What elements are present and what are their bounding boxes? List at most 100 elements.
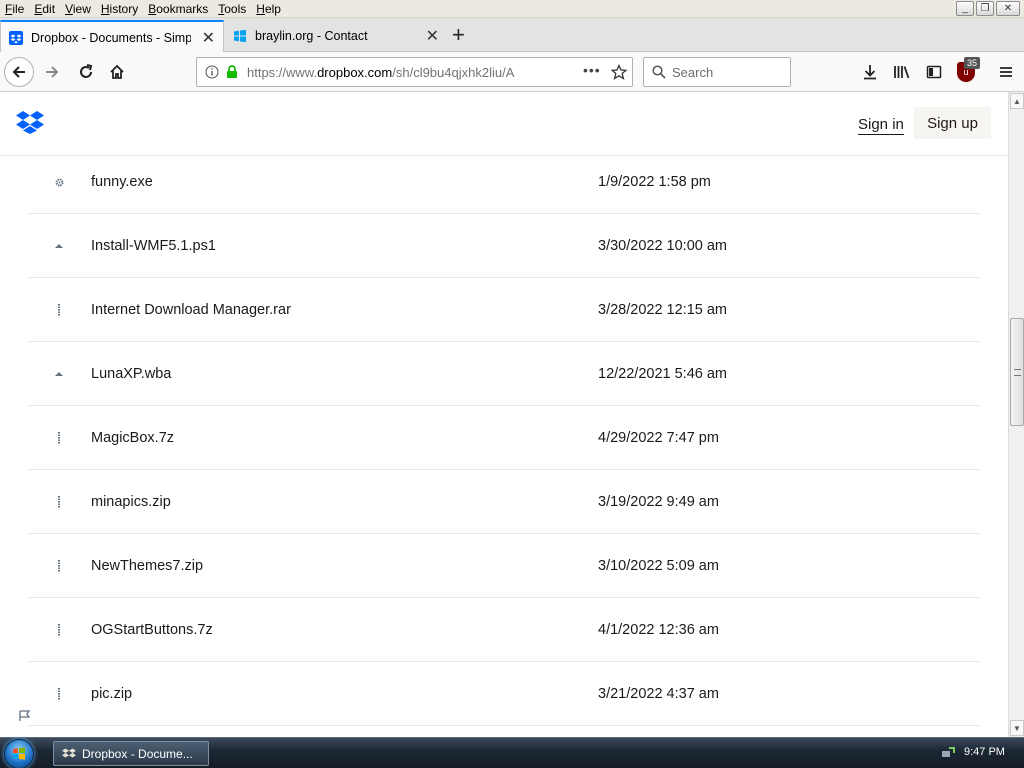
start-button[interactable] — [4, 739, 34, 768]
page-content: Sign in Sign up funny.exe 1/9/2022 1:58 … — [0, 92, 1008, 737]
menu-bookmarks[interactable]: Bookmarks — [143, 0, 213, 18]
file-row[interactable]: OGStartButtons.7z 4/1/2022 12:36 am — [28, 598, 980, 662]
bookmark-star-icon[interactable] — [611, 64, 627, 80]
file-name[interactable]: LunaXP.wba — [91, 366, 171, 382]
info-icon[interactable] — [205, 65, 219, 79]
file-row[interactable]: Internet Download Manager.rar 3/28/2022 … — [28, 278, 980, 342]
menu-button[interactable] — [996, 62, 1016, 82]
close-tab-icon[interactable]: ✕ — [426, 26, 439, 46]
taskbar: Dropbox - Docume... 9:47 PM — [0, 737, 1024, 768]
dropbox-header: Sign in Sign up — [0, 92, 1008, 156]
lock-icon[interactable] — [225, 65, 239, 79]
search-input[interactable] — [672, 64, 782, 80]
hamburger-icon — [1000, 67, 1012, 77]
page-actions-icon[interactable]: ••• — [583, 62, 601, 78]
zip-icon — [54, 304, 64, 316]
windows-favicon-icon — [234, 29, 246, 43]
file-row[interactable]: minapics.zip 3/19/2022 9:49 am — [28, 470, 980, 534]
zip-icon — [54, 560, 64, 572]
scroll-up-arrow-icon[interactable]: ▲ — [1010, 93, 1024, 109]
dropbox-window-icon — [62, 747, 76, 761]
navigation-bar: https://www.dropbox.com/sh/cl9bu4qjxhk2l… — [0, 52, 1024, 92]
menu-tools[interactable]: Tools — [213, 0, 251, 18]
menu-file[interactable]: File — [0, 0, 29, 18]
sidebar-button[interactable] — [924, 62, 944, 82]
library-button[interactable] — [892, 62, 912, 82]
network-tray-icon[interactable] — [941, 746, 955, 763]
file-date: 3/21/2022 4:37 am — [598, 686, 719, 702]
gear-icon — [54, 176, 64, 188]
download-icon — [864, 65, 876, 80]
sidebar-icon — [926, 65, 942, 79]
file-name[interactable]: NewThemes7.zip — [91, 558, 203, 574]
script-icon — [54, 368, 64, 380]
vertical-scrollbar[interactable]: ▲ ▼ — [1008, 92, 1024, 737]
file-name[interactable]: pic.zip — [91, 686, 132, 702]
forward-arrow-icon — [46, 66, 59, 78]
url-text: https://www.dropbox.com/sh/cl9bu4qjxhk2l… — [247, 64, 515, 80]
scroll-thumb[interactable] — [1010, 318, 1024, 426]
file-date: 12/22/2021 5:46 am — [598, 366, 727, 382]
file-date: 3/28/2022 12:15 am — [598, 302, 727, 318]
library-icon — [894, 66, 910, 79]
file-row[interactable]: NewThemes7.zip 3/10/2022 5:09 am — [28, 534, 980, 598]
dropbox-favicon-icon — [9, 30, 23, 45]
forward-button[interactable] — [38, 58, 66, 86]
file-date: 4/1/2022 12:36 am — [598, 622, 719, 638]
file-date: 3/19/2022 9:49 am — [598, 494, 719, 510]
file-row[interactable]: LunaXP.wba 12/22/2021 5:46 am — [28, 342, 980, 406]
file-name[interactable]: OGStartButtons.7z — [91, 622, 213, 638]
file-list: funny.exe 1/9/2022 1:58 pm Install-WMF5.… — [28, 150, 980, 726]
menu-history[interactable]: History — [96, 0, 143, 18]
file-date: 3/10/2022 5:09 am — [598, 558, 719, 574]
menu-help[interactable]: Help — [251, 0, 286, 18]
new-tab-icon[interactable]: + — [452, 24, 465, 46]
file-name[interactable]: Internet Download Manager.rar — [91, 302, 291, 318]
tab-title: Dropbox - Documents - Simplif — [31, 30, 191, 45]
file-date: 3/30/2022 10:00 am — [598, 238, 727, 254]
file-name[interactable]: funny.exe — [91, 174, 153, 190]
file-name[interactable]: MagicBox.7z — [91, 430, 174, 446]
back-button[interactable] — [4, 57, 34, 87]
downloads-button[interactable] — [860, 62, 880, 82]
tab-braylin[interactable]: braylin.org - Contact ✕ — [225, 20, 447, 52]
window-controls: _ ❐ ✕ — [956, 1, 1020, 16]
reload-button[interactable] — [72, 58, 100, 86]
home-icon — [110, 64, 124, 79]
search-icon — [652, 65, 666, 79]
restore-button[interactable]: ❐ — [976, 1, 994, 16]
file-row[interactable]: pic.zip 3/21/2022 4:37 am — [28, 662, 980, 726]
zip-icon — [54, 624, 64, 636]
zip-icon — [54, 432, 64, 444]
system-clock[interactable]: 9:47 PM — [964, 746, 1005, 758]
zip-icon — [54, 496, 64, 508]
sign-up-button[interactable]: Sign up — [914, 107, 991, 139]
close-tab-icon[interactable]: ✕ — [202, 28, 215, 48]
home-button[interactable] — [103, 58, 131, 86]
file-name[interactable]: Install-WMF5.1.ps1 — [91, 238, 216, 254]
search-box[interactable] — [643, 57, 791, 87]
address-bar[interactable]: https://www.dropbox.com/sh/cl9bu4qjxhk2l… — [196, 57, 633, 87]
taskbar-window-label: Dropbox - Docume... — [82, 746, 193, 761]
menu-view[interactable]: View — [60, 0, 96, 18]
tab-title: braylin.org - Contact — [255, 29, 368, 43]
close-window-button[interactable]: ✕ — [996, 1, 1020, 16]
menu-bar: File Edit View History Bookmarks Tools H… — [0, 0, 1024, 18]
file-name[interactable]: minapics.zip — [91, 494, 171, 510]
file-row[interactable]: funny.exe 1/9/2022 1:58 pm — [28, 150, 980, 214]
file-date: 1/9/2022 1:58 pm — [598, 174, 711, 190]
script-icon — [54, 240, 64, 252]
feedback-flag-icon[interactable] — [18, 710, 32, 722]
tab-dropbox[interactable]: Dropbox - Documents - Simplif ✕ — [0, 20, 224, 53]
zip-icon — [54, 688, 64, 700]
file-row[interactable]: Install-WMF5.1.ps1 3/30/2022 10:00 am — [28, 214, 980, 278]
menu-edit[interactable]: Edit — [29, 0, 60, 18]
taskbar-firefox-window[interactable]: Dropbox - Docume... — [53, 741, 209, 766]
reload-icon — [80, 64, 93, 78]
sign-in-link[interactable]: Sign in — [858, 116, 904, 135]
scroll-down-arrow-icon[interactable]: ▼ — [1010, 720, 1024, 736]
file-row[interactable]: MagicBox.7z 4/29/2022 7:47 pm — [28, 406, 980, 470]
back-arrow-icon — [12, 66, 25, 78]
minimize-button[interactable]: _ — [956, 1, 974, 16]
dropbox-logo-icon[interactable] — [16, 110, 44, 134]
